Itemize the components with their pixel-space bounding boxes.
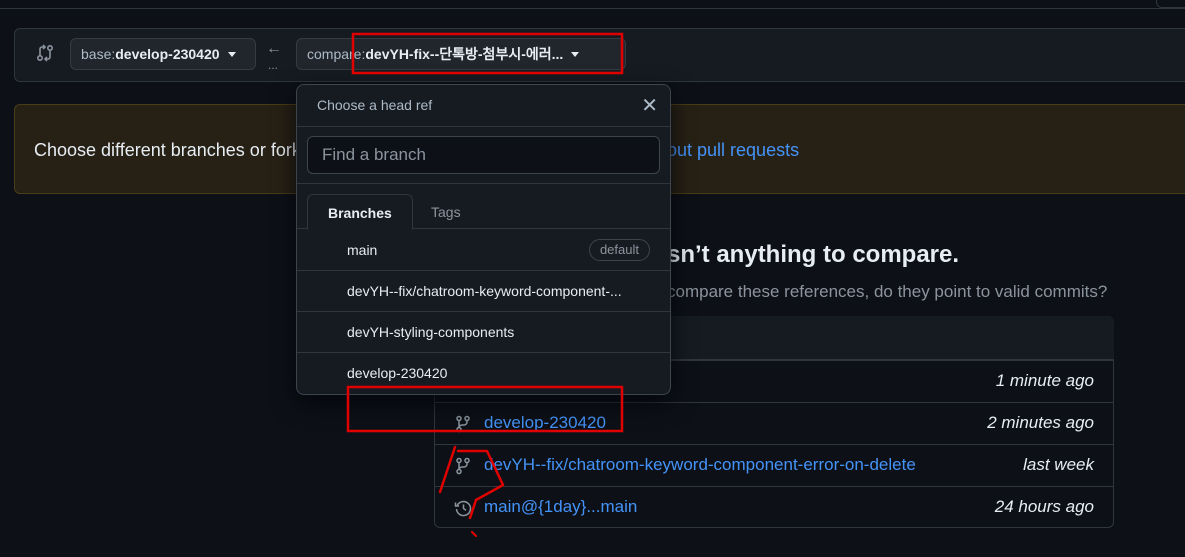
branch-item-label: devYH--fix/chatroom-keyword-component-..… bbox=[347, 283, 622, 299]
base-branch-button[interactable]: base: develop-230420 bbox=[70, 38, 256, 70]
base-value: develop-230420 bbox=[115, 46, 220, 62]
dropdown-tabs: Branches Tags bbox=[297, 184, 670, 230]
dropdown-search-wrap bbox=[297, 127, 670, 184]
compare-branch-button[interactable]: compare: devYH-fix--단톡방-첨부시-에러... bbox=[296, 38, 626, 70]
branch-item[interactable]: devYH-styling-components bbox=[297, 312, 670, 353]
base-prefix: base: bbox=[81, 46, 116, 62]
blankslate-title: sn’t anything to compare. bbox=[667, 241, 960, 268]
annotation-tick bbox=[471, 531, 477, 537]
ellipsis-icon: ... bbox=[268, 58, 279, 72]
close-icon[interactable]: ✕ bbox=[641, 93, 658, 118]
branch-item-label: main bbox=[347, 242, 378, 258]
list-item[interactable]: devYH--fix/chatroom-keyword-component-er… bbox=[434, 444, 1114, 486]
dropdown-title: Choose a head ref bbox=[317, 97, 433, 113]
caret-down-icon bbox=[227, 51, 236, 57]
arrow-left-icon: ← bbox=[266, 40, 282, 57]
history-icon bbox=[454, 500, 472, 517]
branch-item-main[interactable]: main default bbox=[297, 230, 670, 271]
caret-down-icon bbox=[571, 51, 580, 57]
list-item-name[interactable]: main@{1day}...main bbox=[484, 497, 637, 517]
git-compare-icon bbox=[36, 44, 54, 62]
branch-icon bbox=[456, 457, 470, 475]
tab-branches[interactable]: Branches bbox=[307, 194, 413, 230]
branch-item-label: develop-230420 bbox=[347, 365, 448, 381]
list-item-time: 2 minutes ago bbox=[987, 413, 1094, 432]
top-divider bbox=[0, 0, 1185, 9]
blankslate-subtitle: compare these references, do they point … bbox=[667, 282, 1108, 301]
branch-icon bbox=[456, 415, 470, 433]
tab-tags[interactable]: Tags bbox=[411, 194, 481, 230]
flash-text: Choose different branches or forks bbox=[34, 140, 310, 160]
branch-item[interactable]: devYH--fix/chatroom-keyword-component-..… bbox=[297, 271, 670, 312]
top-right-fragment bbox=[1156, 0, 1185, 8]
branch-item-label: devYH-styling-components bbox=[347, 324, 515, 340]
default-badge: default bbox=[588, 239, 650, 261]
list-item-time: last week bbox=[1023, 455, 1094, 474]
flash-link[interactable]: out pull requests bbox=[667, 140, 799, 161]
list-item-name[interactable]: devYH--fix/chatroom-keyword-component-er… bbox=[484, 455, 916, 475]
branch-search-input[interactable] bbox=[307, 136, 660, 174]
list-item[interactable]: main@{1day}...main 24 hours ago bbox=[434, 486, 1114, 528]
list-item-time: 1 minute ago bbox=[995, 371, 1094, 390]
dropdown-header: Choose a head ref ✕ bbox=[297, 85, 670, 127]
compare-prefix: compare: bbox=[307, 46, 366, 62]
head-ref-dropdown: Choose a head ref ✕ Branches Tags main d… bbox=[296, 84, 671, 395]
list-item-name[interactable]: develop-230420 bbox=[484, 413, 606, 433]
list-item[interactable]: develop-230420 2 minutes ago bbox=[434, 402, 1114, 444]
compare-value: devYH-fix--단톡방-첨부시-에러... bbox=[365, 46, 564, 62]
branch-item[interactable]: develop-230420 bbox=[297, 353, 670, 394]
list-item-time: 24 hours ago bbox=[994, 497, 1094, 516]
